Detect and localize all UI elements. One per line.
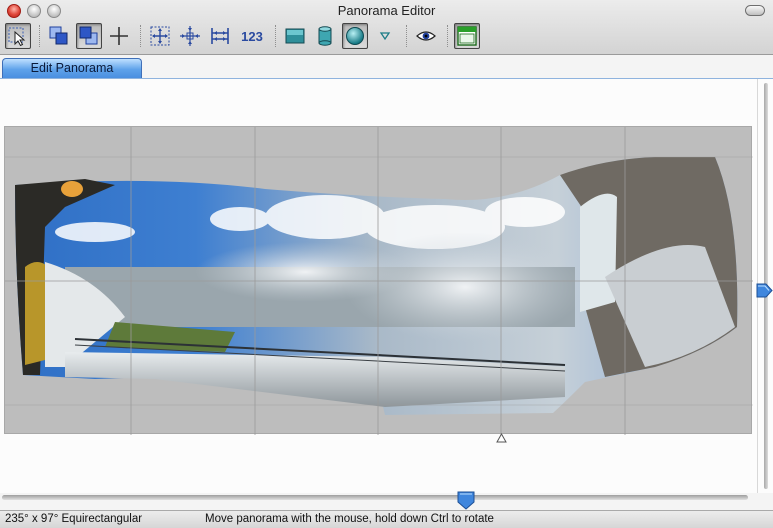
new-window-button[interactable] bbox=[454, 23, 480, 49]
lamp bbox=[61, 181, 83, 197]
dropdown-triangle-icon bbox=[379, 32, 391, 41]
center-panorama-button[interactable] bbox=[177, 23, 203, 49]
window-icon bbox=[457, 26, 477, 46]
toolbar-separator bbox=[447, 25, 448, 47]
rectilinear-projection-button[interactable] bbox=[282, 23, 308, 49]
fit-panorama-button[interactable] bbox=[147, 23, 173, 49]
fit-panorama-icon bbox=[150, 26, 170, 46]
panorama-canvas[interactable] bbox=[4, 126, 753, 435]
toolbar-separator bbox=[39, 25, 40, 47]
projection-info: 235° x 97° Equirectangular bbox=[5, 513, 143, 525]
straighten-icon bbox=[211, 28, 229, 44]
select-arrow-icon bbox=[8, 27, 26, 47]
horizontal-slider-thumb[interactable] bbox=[457, 490, 475, 510]
spherical-projection-button[interactable] bbox=[342, 23, 368, 49]
crosshair-icon bbox=[110, 27, 128, 45]
preview-eye-icon bbox=[416, 31, 436, 41]
window-titlebar: Panorama Editor 123 bbox=[0, 0, 773, 55]
panorama-image[interactable] bbox=[5, 127, 753, 435]
bring-to-front-button[interactable] bbox=[46, 23, 72, 49]
center-marker-icon bbox=[496, 433, 507, 443]
straighten-button[interactable] bbox=[207, 23, 233, 49]
window-title: Panorama Editor bbox=[337, 3, 436, 18]
number-images-button[interactable]: 123 bbox=[237, 23, 267, 49]
crosshair-tool-button[interactable] bbox=[106, 23, 132, 49]
toolbar-separator bbox=[406, 25, 407, 47]
cylindrical-projection-icon bbox=[318, 26, 332, 46]
toolbar-toggle-button[interactable] bbox=[745, 5, 765, 16]
center-panorama-icon bbox=[180, 26, 200, 46]
horizontal-slider-track[interactable] bbox=[2, 495, 748, 500]
toolbar-separator bbox=[275, 25, 276, 47]
overlap-back-icon bbox=[79, 26, 98, 45]
status-hint: Move panorama with the mouse, hold down … bbox=[205, 513, 494, 525]
status-bar: 235° x 97° Equirectangular Move panorama… bbox=[0, 510, 773, 528]
tab-edit-panorama[interactable]: Edit Panorama bbox=[2, 58, 142, 78]
cylindrical-projection-button[interactable] bbox=[312, 23, 338, 49]
number-icon: 123 bbox=[241, 28, 263, 44]
preview-button[interactable] bbox=[413, 23, 439, 49]
rectilinear-projection-icon bbox=[285, 28, 305, 44]
toolbar-separator bbox=[140, 25, 141, 47]
vertical-slider-thumb[interactable] bbox=[755, 283, 773, 298]
overlap-front-icon bbox=[49, 26, 68, 45]
spherical-projection-icon bbox=[346, 27, 364, 45]
projection-dropdown-button[interactable] bbox=[372, 23, 398, 49]
send-to-back-button[interactable] bbox=[76, 23, 102, 49]
toolbar: 123 bbox=[5, 21, 484, 51]
waterfall bbox=[580, 193, 617, 312]
select-tool-button[interactable] bbox=[5, 23, 31, 49]
